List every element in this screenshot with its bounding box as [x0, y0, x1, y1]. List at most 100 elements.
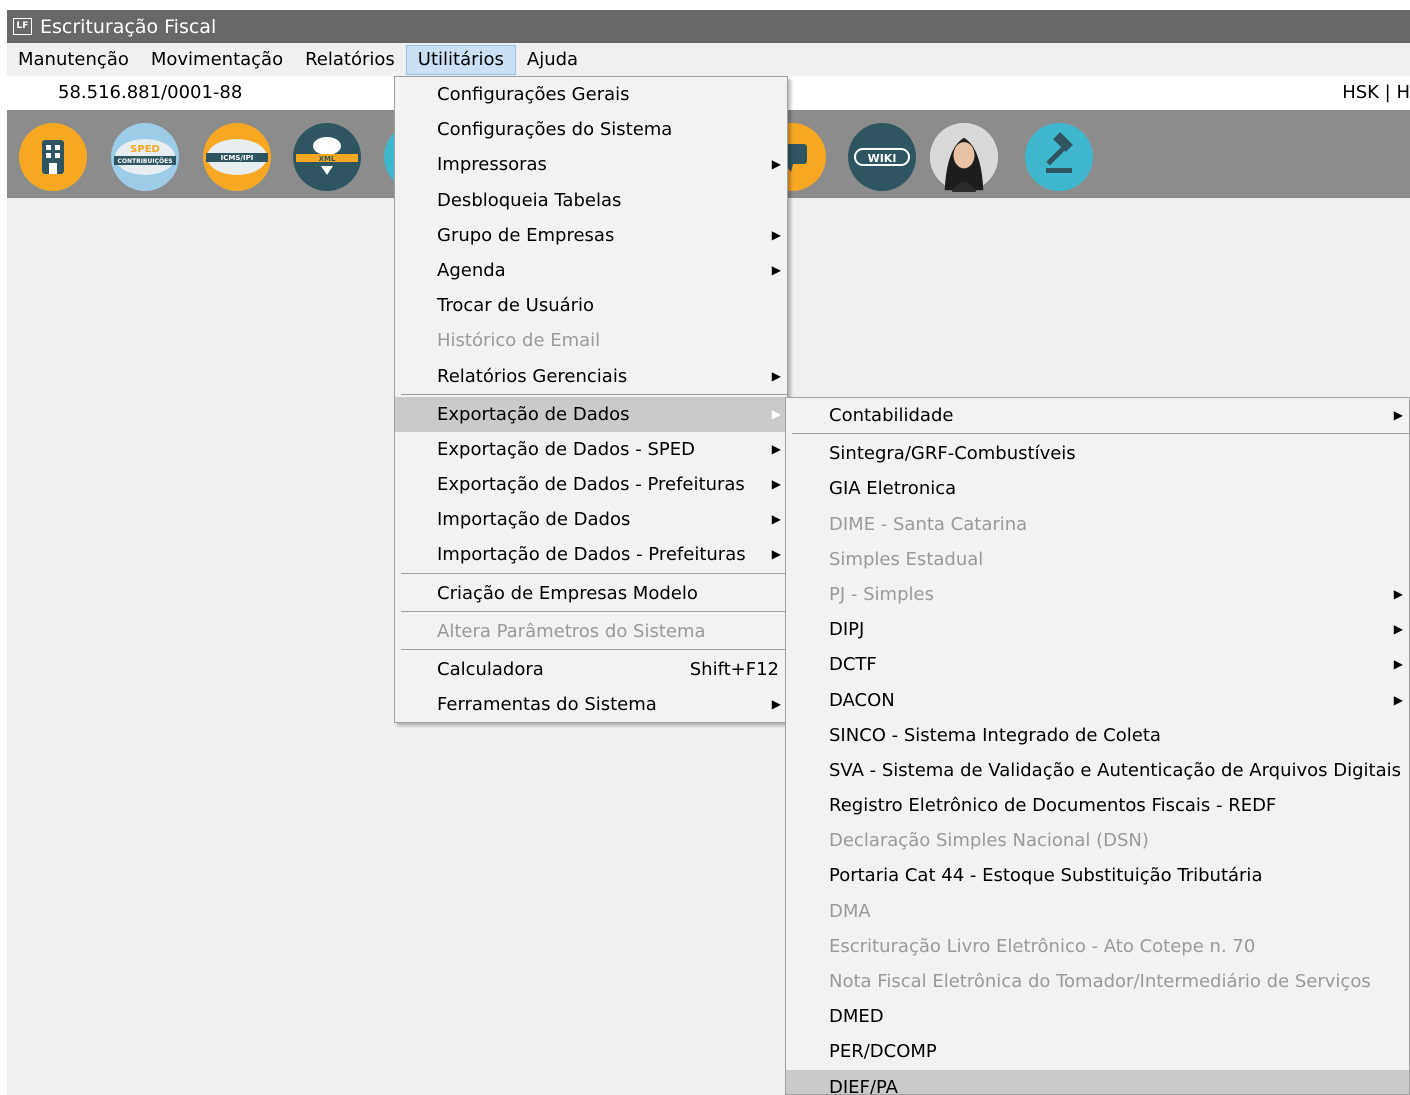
menu-item-label: Relatórios Gerenciais [437, 365, 628, 387]
submenu-arrow-icon: ▶ [771, 406, 781, 421]
exportacao-dados-submenu: Contabilidade ▶ Sintegra/GRF-Combustíveis… [785, 397, 1410, 1095]
submenu-item-pj-simples: PJ - Simples ▶ [786, 577, 1409, 612]
menu-item-criacao-empresas-modelo[interactable]: Criação de Empresas Modelo [395, 576, 787, 611]
menu-item-label: Histórico de Email [437, 330, 601, 352]
submenu-arrow-icon: ▶ [771, 441, 781, 456]
menu-item-label: Sintegra/GRF-Combustíveis [829, 443, 1076, 465]
menu-item-historico-email: Histórico de Email [395, 323, 787, 358]
window-title: Escrituração Fiscal [40, 15, 217, 38]
submenu-item-sva[interactable]: SVA - Sistema de Validação e Autenticaçã… [786, 753, 1409, 788]
menu-item-label: DMED [829, 1006, 884, 1028]
submenu-arrow-icon: ▶ [771, 512, 781, 527]
menu-item-exportacao-dados[interactable]: Exportação de Dados ▶ [395, 396, 787, 432]
menu-item-grupo-empresas[interactable]: Grupo de Empresas ▶ [395, 218, 787, 253]
menu-item-exportacao-dados-sped[interactable]: Exportação de Dados - SPED ▶ [395, 432, 787, 467]
company-cnpj: 58.516.881/0001-88 [58, 82, 243, 103]
menu-manutencao[interactable]: Manutenção [7, 45, 140, 75]
submenu-item-sintegra[interactable]: Sintegra/GRF-Combustíveis [786, 436, 1409, 471]
menu-item-ferramentas-sistema[interactable]: Ferramentas do Sistema ▶ [395, 687, 787, 722]
menu-item-label: Exportação de Dados - SPED [437, 438, 695, 460]
menu-item-label: GIA Eletronica [829, 478, 957, 500]
submenu-item-dmed[interactable]: DMED [786, 999, 1409, 1034]
submenu-arrow-icon: ▶ [1393, 692, 1403, 707]
submenu-item-per-dcomp[interactable]: PER/DCOMP [786, 1034, 1409, 1069]
menu-utilitarios[interactable]: Utilitários [405, 44, 516, 75]
menu-item-label: Configurações do Sistema [437, 119, 673, 141]
building-icon[interactable] [18, 122, 88, 192]
submenu-arrow-icon: ▶ [1393, 622, 1403, 637]
submenu-arrow-icon: ▶ [771, 262, 781, 277]
gavel-icon[interactable] [1024, 122, 1094, 192]
menu-item-configuracoes-gerais[interactable]: Configurações Gerais [395, 77, 787, 112]
menu-item-label: Simples Estadual [829, 548, 984, 570]
svg-text:CONTRIBUIÇÕES: CONTRIBUIÇÕES [117, 158, 172, 165]
menu-item-relatorios-gerenciais[interactable]: Relatórios Gerenciais ▶ [395, 359, 787, 394]
menu-ajuda[interactable]: Ajuda [516, 45, 589, 75]
menu-item-label: SVA - Sistema de Validação e Autenticaçã… [829, 759, 1402, 781]
menu-item-label: PER/DCOMP [829, 1041, 937, 1063]
submenu-item-sinco[interactable]: SINCO - Sistema Integrado de Coleta [786, 718, 1409, 753]
menu-item-label: Configurações Gerais [437, 84, 630, 105]
svg-text:WIKI: WIKI [868, 152, 897, 165]
menu-item-importacao-dados-prefeituras[interactable]: Importação de Dados - Prefeituras ▶ [395, 537, 787, 572]
menu-item-impressoras[interactable]: Impressoras ▶ [395, 147, 787, 182]
submenu-item-simples-estadual: Simples Estadual [786, 542, 1409, 577]
submenu-item-dacon[interactable]: DACON ▶ [786, 683, 1409, 718]
submenu-item-nfe-tomador: Nota Fiscal Eletrônica do Tomador/Interm… [786, 964, 1409, 999]
menu-item-label: Contabilidade [829, 405, 954, 426]
submenu-item-dipj[interactable]: DIPJ ▶ [786, 612, 1409, 647]
menu-item-label: Escrituração Livro Eletrônico - Ato Cote… [829, 935, 1256, 957]
submenu-arrow-icon: ▶ [1393, 657, 1403, 672]
submenu-arrow-icon: ▶ [771, 227, 781, 242]
menu-item-label: Importação de Dados - Prefeituras [437, 544, 746, 566]
menu-item-trocar-usuario[interactable]: Trocar de Usuário [395, 288, 787, 323]
submenu-item-dief-pa[interactable]: DIEF/PA [786, 1069, 1409, 1095]
menu-item-label: DCTF [829, 654, 877, 676]
submenu-arrow-icon: ▶ [1393, 408, 1403, 422]
menu-item-label: PJ - Simples [829, 583, 934, 605]
menu-relatorios[interactable]: Relatórios [294, 45, 406, 75]
menu-item-label: DIPJ [829, 619, 865, 641]
menu-item-exportacao-dados-prefeituras[interactable]: Exportação de Dados - Prefeituras ▶ [395, 467, 787, 502]
menu-item-label: Altera Parâmetros do Sistema [437, 620, 706, 642]
menu-item-altera-parametros: Altera Parâmetros do Sistema [395, 614, 787, 649]
menu-item-label: Registro Eletrônico de Documentos Fiscai… [829, 795, 1277, 817]
svg-text:XML: XML [319, 155, 336, 163]
svg-text:ICMS/IPI: ICMS/IPI [221, 154, 254, 162]
assistant-avatar-icon[interactable] [929, 122, 999, 192]
xml-cloud-icon[interactable]: XML [292, 122, 362, 192]
menu-item-desbloqueia-tabelas[interactable]: Desbloqueia Tabelas [395, 183, 787, 218]
menu-item-configuracoes-sistema[interactable]: Configurações do Sistema [395, 112, 787, 147]
submenu-item-dsn: Declaração Simples Nacional (DSN) [786, 823, 1409, 858]
menu-item-calculadora[interactable]: Calculadora Shift+F12 [395, 652, 787, 687]
app-logo-icon: LF [13, 18, 32, 35]
user-info: HSK | H [1342, 82, 1410, 103]
submenu-item-contabilidade[interactable]: Contabilidade ▶ [786, 398, 1409, 433]
menu-movimentacao[interactable]: Movimentação [140, 45, 294, 75]
submenu-item-dctf[interactable]: DCTF ▶ [786, 647, 1409, 682]
menu-item-label: DIME - Santa Catarina [829, 513, 1028, 535]
submenu-arrow-icon: ▶ [771, 157, 781, 172]
icms-ipi-icon[interactable]: ICMS/IPI [202, 122, 272, 192]
wiki-icon[interactable]: WIKI [847, 122, 917, 192]
menu-bar: Manutenção Movimentação Relatórios Utili… [7, 43, 1410, 76]
submenu-item-livro-eletronico: Escrituração Livro Eletrônico - Ato Cote… [786, 929, 1409, 964]
submenu-item-portaria-cat44[interactable]: Portaria Cat 44 - Estoque Substituição T… [786, 858, 1409, 893]
submenu-item-gia[interactable]: GIA Eletronica [786, 471, 1409, 506]
svg-text:SPED: SPED [130, 144, 160, 155]
menu-item-label: Agenda [437, 259, 506, 281]
menu-item-label: DIEF/PA [829, 1076, 898, 1095]
submenu-arrow-icon: ▶ [771, 477, 781, 492]
submenu-item-dime: DIME - Santa Catarina [786, 507, 1409, 542]
submenu-arrow-icon: ▶ [771, 547, 781, 562]
menu-item-label: Exportação de Dados - Prefeituras [437, 474, 745, 496]
menu-item-label: Trocar de Usuário [437, 295, 595, 317]
menu-item-importacao-dados[interactable]: Importação de Dados ▶ [395, 502, 787, 537]
menu-item-agenda[interactable]: Agenda ▶ [395, 253, 787, 288]
sped-contribuicoes-icon[interactable]: SPED CONTRIBUIÇÕES [110, 122, 180, 192]
menu-item-label: Calculadora [437, 659, 544, 680]
menu-item-label: SINCO - Sistema Integrado de Coleta [829, 724, 1161, 746]
menu-item-label: DACON [829, 689, 895, 711]
menu-item-label: Declaração Simples Nacional (DSN) [829, 830, 1149, 852]
submenu-item-redf[interactable]: Registro Eletrônico de Documentos Fiscai… [786, 788, 1409, 823]
